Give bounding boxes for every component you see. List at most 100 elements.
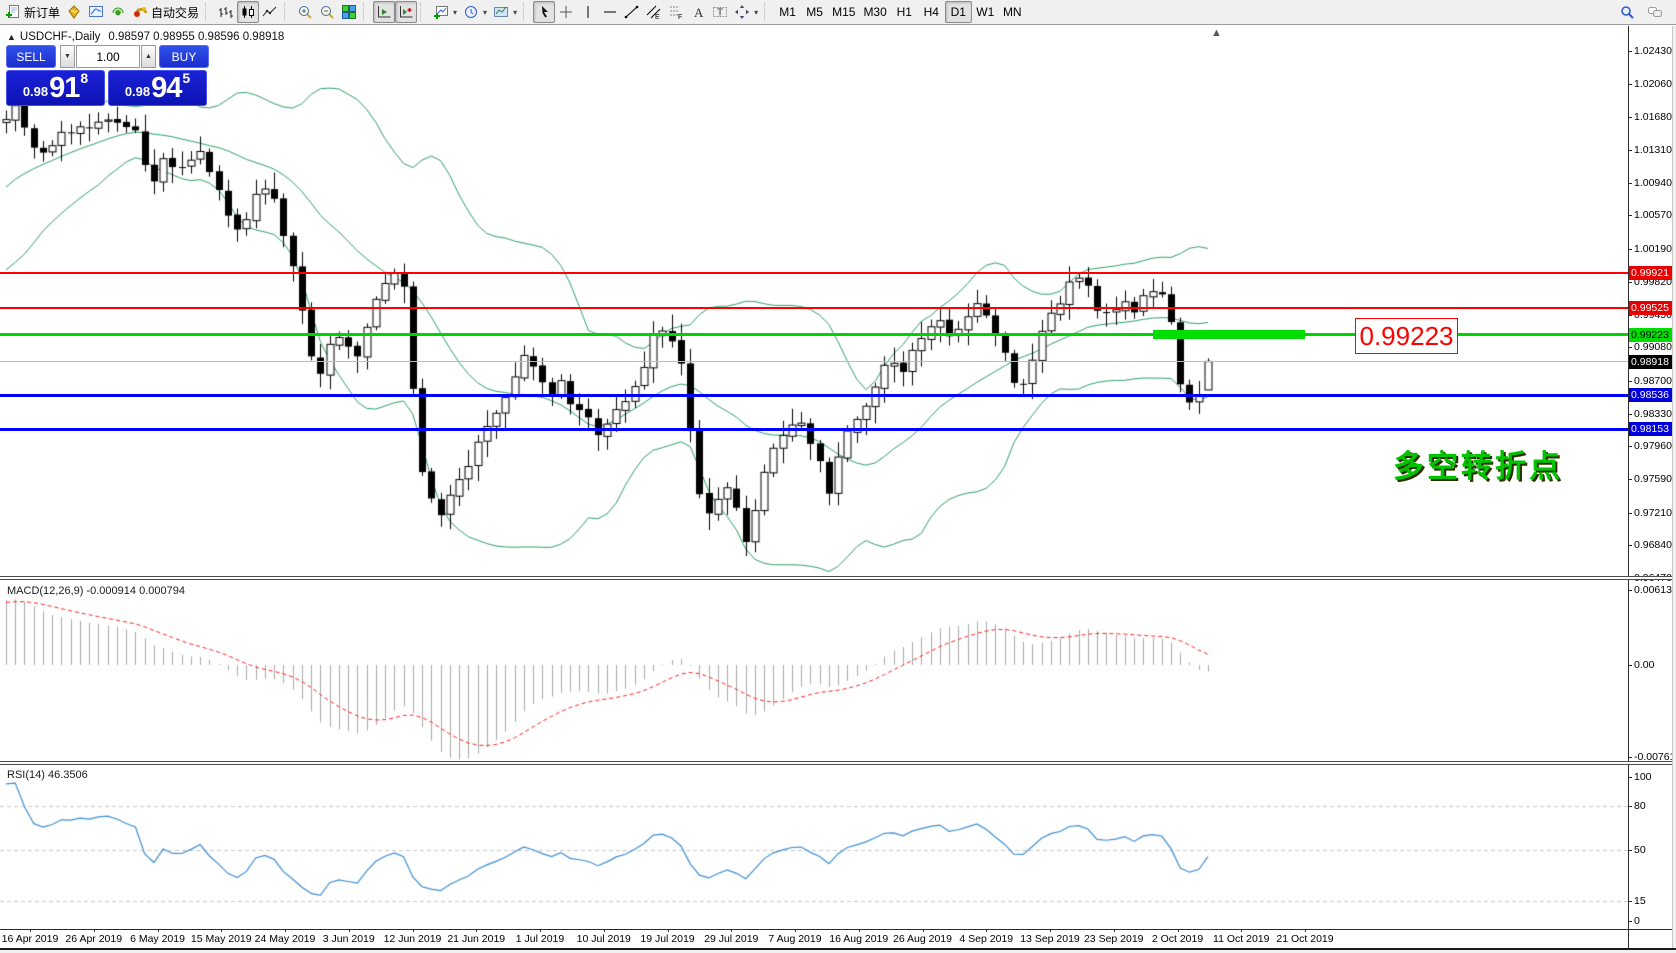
candlestick-button[interactable] (237, 1, 260, 23)
resistance-line-1[interactable] (0, 271, 1628, 274)
svg-text:T: T (717, 8, 723, 19)
chart-shift-icon (398, 4, 414, 20)
rsi-axis-label: 15 (1634, 895, 1646, 907)
resistance-line-2[interactable] (0, 306, 1628, 309)
zoom-in-button[interactable] (294, 1, 316, 23)
chevron-down-icon[interactable]: ▾ (513, 8, 517, 17)
price-annotation-box[interactable]: 0.99223 (1355, 318, 1458, 354)
text-button[interactable]: A (687, 1, 709, 23)
axis-tick (1628, 850, 1632, 851)
new-chart-icon (433, 4, 449, 20)
volume-up-button[interactable]: ▲ (141, 45, 156, 68)
tf-m15[interactable]: M15 (828, 1, 859, 23)
cursor-button[interactable] (533, 1, 556, 23)
candle-icon (240, 4, 256, 20)
autotrading-button[interactable]: 自动交易 (129, 1, 202, 23)
chevron-down-icon[interactable]: ▾ (483, 8, 487, 17)
tf-m1[interactable]: M1 (774, 1, 801, 23)
chevron-down-icon[interactable]: ▾ (754, 8, 758, 17)
axis-tick (1628, 545, 1632, 546)
macd-pane-canvas[interactable] (0, 581, 1628, 763)
gold-icon (66, 4, 82, 20)
axis-tick (1628, 150, 1632, 151)
line-chart-icon (262, 4, 278, 20)
sell-button[interactable]: SELL (6, 45, 56, 68)
tf-d1[interactable]: D1 (944, 1, 972, 23)
axis-tick (1628, 315, 1632, 316)
rsi-pane-canvas[interactable] (0, 766, 1628, 929)
date-axis-label: 26 Apr 2019 (65, 933, 123, 945)
channel-button[interactable]: E (643, 1, 665, 23)
price-axis-label: 0.98330 (1634, 408, 1672, 420)
crosshair-button[interactable] (555, 1, 577, 23)
templates-button[interactable]: ▾ (490, 1, 520, 23)
line-chart-button[interactable] (259, 1, 281, 23)
zoom-in-icon (297, 4, 313, 20)
price-tag: 0.99223 (1629, 328, 1676, 342)
tf-h1[interactable]: H1 (891, 1, 918, 23)
sell-price-big: 91 (49, 72, 80, 104)
one-click-trading-toggle[interactable]: ▲ (7, 32, 16, 42)
periods-button[interactable]: ▾ (460, 1, 490, 23)
template-icon (493, 4, 509, 20)
tf-m5[interactable]: M5 (801, 1, 828, 23)
tf-m30-label: M30 (863, 5, 887, 19)
zoom-out-button[interactable] (316, 1, 338, 23)
fibonacci-button[interactable]: F (665, 1, 687, 23)
date-axis-label: 4 Sep 2019 (959, 933, 1014, 945)
auto-scroll-icon (376, 4, 392, 20)
date-axis[interactable]: 16 Apr 2019 26 Apr 2019 6 May 2019 15 May 2… (0, 929, 1628, 948)
search-button[interactable] (1616, 1, 1638, 23)
pane-separator[interactable] (0, 761, 1676, 765)
main-chart-canvas[interactable] (0, 26, 1628, 578)
chart-shift-button[interactable] (395, 1, 418, 23)
support-line-2[interactable] (0, 427, 1628, 431)
date-axis-label: 11 Oct 2019 (1213, 933, 1270, 945)
tf-h4[interactable]: H4 (918, 1, 945, 23)
tf-m30[interactable]: M30 (859, 1, 890, 23)
price-tag: 0.98153 (1629, 422, 1676, 436)
new-order-button[interactable]: 新订单 (2, 1, 63, 23)
price-axis-label: 1.01680 (1634, 111, 1672, 123)
chevron-down-icon[interactable]: ▾ (453, 8, 457, 17)
auto-scroll-button[interactable] (373, 1, 396, 23)
highlight-rectangle[interactable] (1153, 330, 1305, 340)
pane-separator[interactable] (0, 576, 1676, 580)
price-tag: 0.98918 (1629, 355, 1676, 369)
styles-button[interactable] (63, 1, 85, 23)
bar-chart-button[interactable] (215, 1, 237, 23)
text-label-button[interactable]: T (709, 1, 731, 23)
vertical-line-button[interactable] (577, 1, 599, 23)
toolbar-separator (363, 3, 369, 21)
clock-icon (463, 4, 479, 20)
support-line-1[interactable] (0, 393, 1628, 397)
buy-price-button[interactable]: 0.98 94 5 (108, 70, 207, 106)
buy-button[interactable]: BUY (159, 45, 209, 68)
date-axis-label: 2 Oct 2019 (1151, 933, 1204, 945)
volume-input[interactable] (76, 45, 140, 68)
new-chart-button[interactable]: ▾ (430, 1, 460, 23)
toolbar-separator (420, 3, 426, 21)
axis-tick (1628, 84, 1632, 85)
tf-mn[interactable]: MN (999, 1, 1026, 23)
main-toolbar: 新订单 自动交易 ▾ ▾ ▾ E F A T ▾ M1 M5 M15 M30 H1 H4 D1 W1 MN (0, 0, 1676, 25)
axis-tick (1628, 381, 1632, 382)
svg-text:F: F (678, 14, 682, 20)
trendline-icon (624, 4, 640, 20)
turning-point-label[interactable]: 多空转折点 (1393, 441, 1563, 486)
volume-down-button[interactable]: ▼ (60, 45, 75, 68)
tile-windows-button[interactable] (338, 1, 360, 23)
trendline-button[interactable] (621, 1, 643, 23)
horizontal-line-button[interactable] (599, 1, 621, 23)
current-price-line[interactable] (0, 361, 1628, 363)
chat-button[interactable] (1644, 1, 1666, 23)
sell-price-button[interactable]: 0.98 91 8 (6, 70, 105, 106)
arrows-button[interactable]: ▾ (731, 1, 761, 23)
price-axis-label: 1.01310 (1634, 144, 1672, 156)
terminal-button[interactable] (85, 1, 107, 23)
axis-tick (1628, 347, 1632, 348)
tile-icon (341, 4, 357, 20)
tf-w1[interactable]: W1 (972, 1, 999, 23)
signals-button[interactable] (107, 1, 129, 23)
axis-tick (1628, 51, 1632, 52)
